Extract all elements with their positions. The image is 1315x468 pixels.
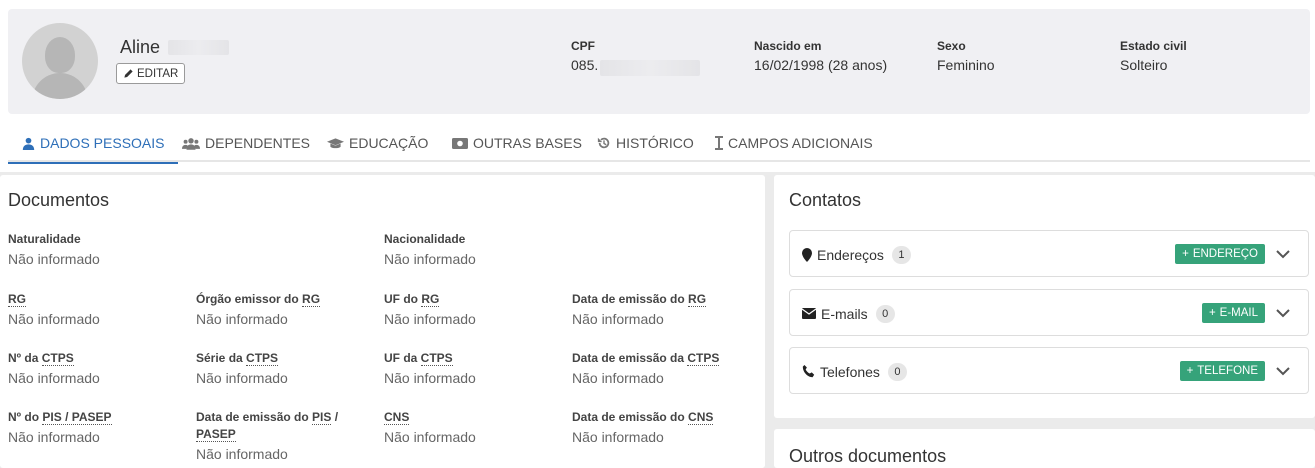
add-email-button[interactable]: + E-MAIL: [1201, 303, 1265, 323]
civil-info: Estado civil Solteiro: [1120, 39, 1187, 73]
tab-label: EDUCAÇÃO: [349, 135, 429, 151]
naturalidade-field: Naturalidade Não informado: [8, 232, 100, 267]
enderecos-section[interactable]: Endereços 1 + ENDEREÇO: [789, 230, 1309, 277]
graduation-cap-icon: [327, 137, 344, 148]
profile-name: Aline: [120, 37, 161, 57]
plus-icon: +: [1186, 365, 1194, 377]
top-section: Aline EDITAR CPF 085. Nascido em 16/02/1…: [0, 0, 1315, 172]
users-icon: [182, 137, 200, 150]
tab-label: DADOS PESSOAIS: [40, 135, 165, 151]
civil-value: Solteiro: [1120, 57, 1168, 73]
contatos-title: Contatos: [789, 190, 862, 210]
enderecos-label: Endereços: [817, 246, 884, 263]
orgao-rg-field: Órgão emissor do RG Não informado: [196, 292, 321, 327]
nacionalidade-field: Nacionalidade Não informado: [384, 232, 476, 267]
phone-icon: [802, 365, 815, 378]
birth-value: 16/02/1998 (28 anos): [754, 57, 888, 73]
chevron-down-icon[interactable]: [1273, 244, 1293, 264]
emails-section[interactable]: E-mails 0 + E-MAIL: [789, 289, 1309, 336]
history-icon: [597, 137, 610, 149]
emails-label: E-mails: [821, 305, 868, 322]
telefones-count-badge: 0: [887, 362, 907, 381]
cns-field: CNS Não informado: [384, 410, 476, 445]
edit-button-label: EDITAR: [137, 67, 179, 80]
data-pis-field: Data de emissão do PIS / PASEP Não inform…: [196, 410, 339, 462]
birth-label: Nascido em: [754, 39, 822, 53]
chevron-down-icon[interactable]: [1273, 361, 1293, 381]
sex-value: Feminino: [937, 57, 995, 73]
rg-field: RG Não informado: [8, 292, 100, 327]
add-endereco-button[interactable]: + ENDEREÇO: [1175, 244, 1265, 264]
tab-label: HISTÓRICO: [616, 135, 694, 151]
tab-campos-adicionais[interactable]: CAMPOS ADICIONAIS: [701, 124, 887, 162]
redacted-surname: [168, 40, 229, 55]
emails-count-badge: 0: [875, 304, 895, 323]
cpf-info: CPF 085.: [571, 39, 598, 73]
civil-label: Estado civil: [1120, 39, 1187, 53]
tab-label: DEPENDENTES: [205, 135, 311, 151]
money-icon: [452, 137, 468, 149]
telefones-section[interactable]: Telefones 0 + TELEFONE: [789, 347, 1309, 394]
outros-documentos-title: Outros documentos: [789, 446, 947, 466]
avatar: [22, 23, 98, 99]
tab-bar: DADOS PESSOAIS DEPENDENTES EDUCAÇÃO OUTR…: [8, 124, 1310, 164]
data-cns-field: Data de emissão do CNS Não informado: [572, 410, 714, 445]
documentos-title: Documentos: [8, 190, 110, 210]
tab-historico[interactable]: HISTÓRICO: [583, 124, 708, 162]
sex-label: Sexo: [937, 39, 966, 53]
profile-header: Aline EDITAR CPF 085. Nascido em 16/02/1…: [8, 9, 1310, 114]
avatar-placeholder-icon: [45, 37, 75, 73]
telefones-label: Telefones: [820, 363, 880, 380]
data-rg-field: Data de emissão do RG Não informado: [572, 292, 707, 327]
data-ctps-field: Data de emissão da CTPS Não informado: [572, 351, 720, 386]
cpf-label: CPF: [571, 39, 595, 53]
enderecos-count-badge: 1: [891, 245, 911, 264]
tab-label: OUTRAS BASES: [473, 135, 582, 151]
sex-info: Sexo Feminino: [937, 39, 995, 73]
birth-info: Nascido em 16/02/1998 (28 anos): [754, 39, 887, 73]
pencil-icon: [124, 69, 133, 78]
tab-label: CAMPOS ADICIONAIS: [728, 135, 873, 151]
map-marker-icon: [802, 247, 812, 262]
uf-ctps-field: UF da CTPS Não informado: [384, 351, 476, 386]
n-ctps-field: Nº da CTPS Não informado: [8, 351, 100, 386]
chevron-down-icon[interactable]: [1273, 303, 1293, 323]
envelope-icon: [802, 308, 816, 319]
edit-button[interactable]: EDITAR: [116, 63, 186, 84]
n-pis-field: Nº do PIS / PASEP Não informado: [8, 410, 112, 445]
text-cursor-icon: [715, 136, 723, 150]
cpf-value: 085.: [571, 57, 599, 73]
tab-educacao[interactable]: EDUCAÇÃO: [313, 124, 442, 162]
serie-ctps-field: Série da CTPS Não informado: [196, 351, 288, 386]
add-telefone-button[interactable]: + TELEFONE: [1179, 361, 1265, 381]
plus-icon: +: [1208, 307, 1216, 319]
user-icon: [22, 137, 35, 150]
redacted-cpf: [600, 60, 700, 76]
tab-dependentes[interactable]: DEPENDENTES: [168, 124, 324, 162]
uf-rg-field: UF do RG Não informado: [384, 292, 476, 327]
tab-outras-bases[interactable]: OUTRAS BASES: [438, 124, 596, 162]
plus-icon: +: [1182, 248, 1189, 260]
tab-dados-pessoais[interactable]: DADOS PESSOAIS: [8, 124, 179, 164]
documentos-panel: Documentos Naturalidade Não informado Na…: [0, 175, 765, 468]
